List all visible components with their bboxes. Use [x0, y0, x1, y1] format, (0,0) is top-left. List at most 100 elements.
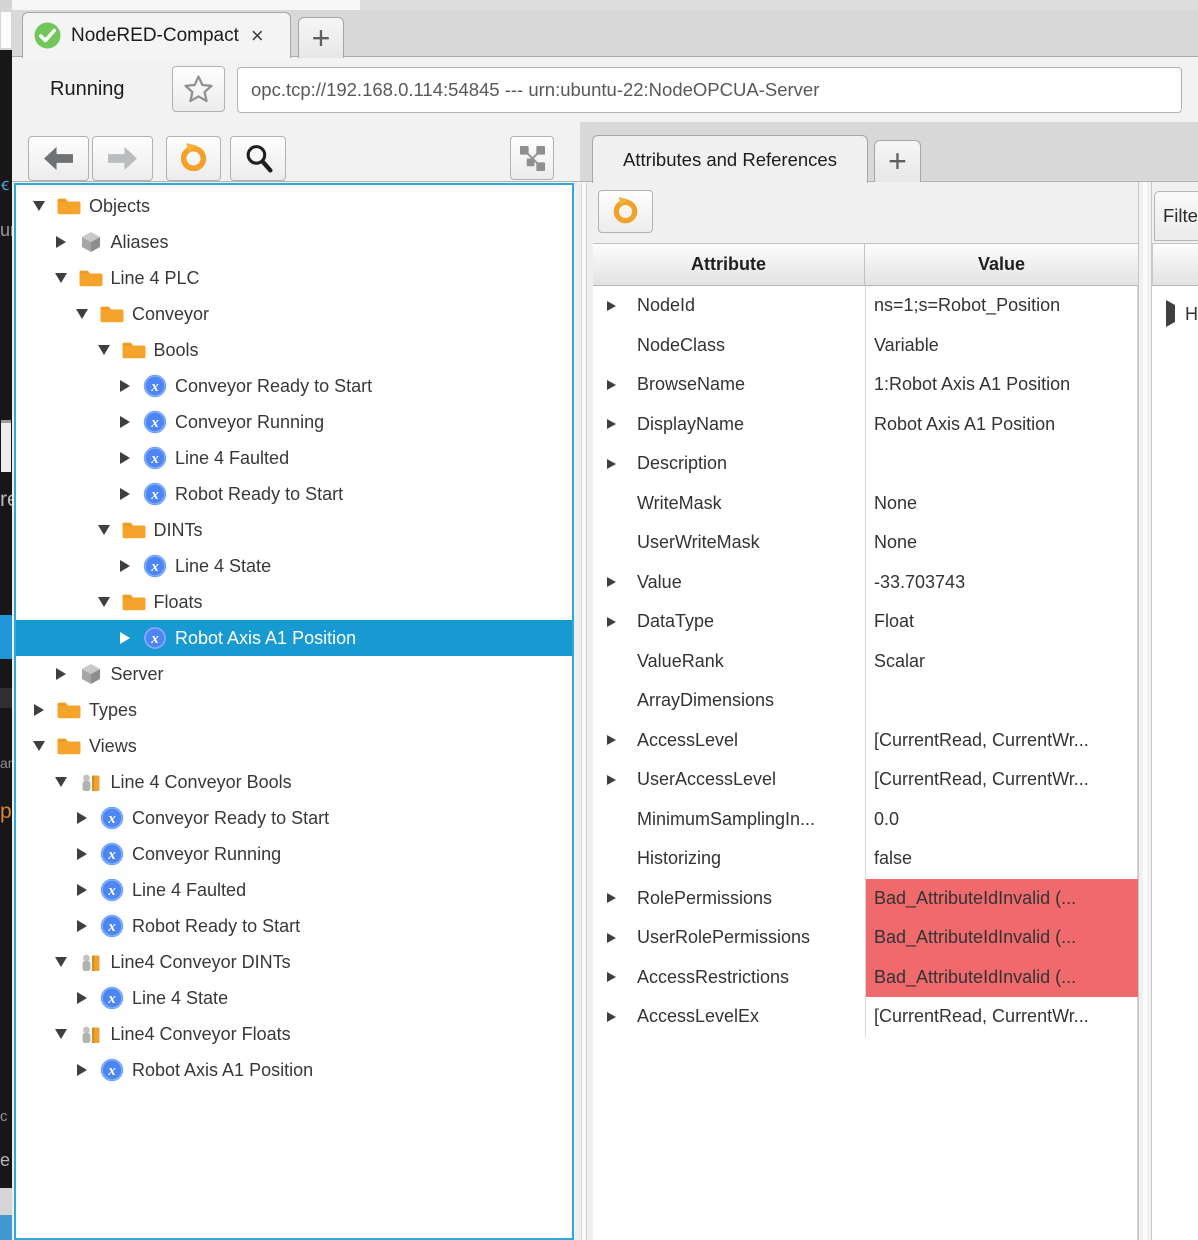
attribute-row[interactable]: DataTypeFloat	[593, 602, 1138, 642]
tree-item[interactable]: Bools	[16, 332, 572, 368]
attribute-name-cell[interactable]: AccessRestrictions	[593, 958, 865, 998]
server-address-field[interactable]: opc.tcp://192.168.0.114:54845 --- urn:ub…	[237, 67, 1182, 113]
attribute-name-cell[interactable]: NodeId	[593, 286, 865, 326]
attribute-row[interactable]: Description	[593, 444, 1138, 484]
attribute-value-cell[interactable]: Bad_AttributeIdInvalid (...	[865, 958, 1138, 998]
tree-item[interactable]: xConveyor Running	[16, 404, 572, 440]
attribute-name-cell[interactable]: RolePermissions	[593, 879, 865, 919]
attribute-row[interactable]: UserRolePermissionsBad_AttributeIdInvali…	[593, 918, 1138, 958]
expand-arrow[interactable]	[74, 812, 90, 824]
tree-item[interactable]: xRobot Ready to Start	[16, 476, 572, 512]
attribute-name-cell[interactable]: WriteMask	[593, 484, 865, 524]
expand-arrow[interactable]	[74, 884, 90, 896]
expand-arrow[interactable]	[117, 380, 133, 392]
attribute-value-cell[interactable]: -33.703743	[865, 563, 1138, 603]
expand-arrow[interactable]	[117, 632, 133, 644]
tree-item[interactable]: xRobot Ready to Start	[16, 908, 572, 944]
expand-arrow[interactable]	[603, 577, 619, 587]
attribute-value-cell[interactable]: [CurrentRead, CurrentWr...	[865, 997, 1138, 1037]
tree-item[interactable]: Line4 Conveyor Floats	[16, 1016, 572, 1052]
expand-arrow[interactable]	[31, 741, 47, 751]
attribute-value-cell[interactable]	[865, 681, 1138, 721]
tree-item[interactable]: xRobot Axis A1 Position	[16, 1052, 572, 1088]
attribute-name-cell[interactable]: NodeClass	[593, 326, 865, 366]
expand-arrow[interactable]	[31, 201, 47, 211]
attribute-value-cell[interactable]: Float	[865, 602, 1138, 642]
attribute-name-cell[interactable]: Historizing	[593, 839, 865, 879]
tree-item[interactable]: Floats	[16, 584, 572, 620]
expand-arrow[interactable]	[74, 992, 90, 1004]
attribute-value-cell[interactable]: Variable	[865, 326, 1138, 366]
expand-graph-button[interactable]	[510, 136, 554, 180]
attribute-row[interactable]: MinimumSamplingIn...0.0	[593, 800, 1138, 840]
forward-button[interactable]	[92, 136, 153, 181]
new-attributes-tab-button[interactable]: +	[874, 140, 921, 182]
tree-item[interactable]: Conveyor	[16, 296, 572, 332]
expand-arrow[interactable]	[53, 236, 69, 248]
favorite-button[interactable]	[172, 66, 225, 112]
expand-arrow[interactable]	[117, 416, 133, 428]
attribute-row[interactable]: Value-33.703743	[593, 563, 1138, 603]
expand-arrow[interactable]	[74, 1064, 90, 1076]
expand-arrow[interactable]	[96, 345, 112, 355]
expand-arrow[interactable]	[53, 668, 69, 680]
attribute-row[interactable]: WriteMaskNone	[593, 484, 1138, 524]
attribute-row[interactable]: AccessLevelEx[CurrentRead, CurrentWr...	[593, 997, 1138, 1037]
attribute-name-cell[interactable]: BrowseName	[593, 365, 865, 405]
attribute-row[interactable]: AccessLevel[CurrentRead, CurrentWr...	[593, 721, 1138, 761]
attribute-name-cell[interactable]: AccessLevelEx	[593, 997, 865, 1037]
search-button[interactable]	[230, 136, 286, 181]
attribute-value-cell[interactable]: Scalar	[865, 642, 1138, 682]
expand-arrow[interactable]	[117, 488, 133, 500]
new-tab-button[interactable]: +	[298, 17, 344, 58]
attribute-row[interactable]: NodeIdns=1;s=Robot_Position	[593, 286, 1138, 326]
expand-arrow[interactable]	[603, 459, 619, 469]
panel-splitter[interactable]	[574, 183, 593, 1240]
attribute-name-cell[interactable]: UserAccessLevel	[593, 760, 865, 800]
expand-arrow[interactable]	[117, 560, 133, 572]
attribute-name-cell[interactable]: Value	[593, 563, 865, 603]
tree-item[interactable]: Views	[16, 728, 572, 764]
tree-item[interactable]: Objects	[16, 188, 572, 224]
column-header-attribute[interactable]: Attribute	[593, 243, 865, 286]
expand-arrow[interactable]	[603, 1012, 619, 1022]
expand-arrow[interactable]	[603, 972, 619, 982]
expand-arrow[interactable]	[603, 419, 619, 429]
expand-arrow[interactable]	[74, 848, 90, 860]
attribute-row[interactable]: NodeClassVariable	[593, 326, 1138, 366]
expand-arrow[interactable]	[53, 957, 69, 967]
attribute-row[interactable]: RolePermissionsBad_AttributeIdInvalid (.…	[593, 879, 1138, 919]
expand-arrow[interactable]	[603, 893, 619, 903]
attribute-name-cell[interactable]: UserWriteMask	[593, 523, 865, 563]
expand-arrow[interactable]	[603, 301, 619, 311]
expand-arrow[interactable]	[603, 933, 619, 943]
attribute-name-cell[interactable]: ValueRank	[593, 642, 865, 682]
attribute-row[interactable]: UserWriteMaskNone	[593, 523, 1138, 563]
attribute-value-cell[interactable]: 0.0	[865, 800, 1138, 840]
attribute-value-cell[interactable]: None	[865, 484, 1138, 524]
attribute-row[interactable]: BrowseName1:Robot Axis A1 Position	[593, 365, 1138, 405]
attribute-row[interactable]: ValueRankScalar	[593, 642, 1138, 682]
expand-arrow[interactable]	[1166, 305, 1175, 323]
tree-item[interactable]: xLine 4 Faulted	[16, 872, 572, 908]
column-header-value[interactable]: Value	[865, 243, 1138, 286]
tab-attributes-and-references[interactable]: Attributes and References	[592, 135, 868, 183]
attribute-value-cell[interactable]: false	[865, 839, 1138, 879]
tree-item[interactable]: Line 4 PLC	[16, 260, 572, 296]
attribute-value-cell[interactable]: Bad_AttributeIdInvalid (...	[865, 918, 1138, 958]
attribute-value-cell[interactable]: [CurrentRead, CurrentWr...	[865, 721, 1138, 761]
attribute-name-cell[interactable]: UserRolePermissions	[593, 918, 865, 958]
tree-item[interactable]: Line4 Conveyor DINTs	[16, 944, 572, 980]
attribute-name-cell[interactable]: MinimumSamplingIn...	[593, 800, 865, 840]
attribute-row[interactable]: AccessRestrictionsBad_AttributeIdInvalid…	[593, 958, 1138, 998]
attribute-name-cell[interactable]: ArrayDimensions	[593, 681, 865, 721]
attributes-refresh-button[interactable]	[598, 190, 653, 233]
expand-arrow[interactable]	[96, 597, 112, 607]
expand-arrow[interactable]	[53, 1029, 69, 1039]
back-button[interactable]	[28, 136, 89, 181]
tree-item[interactable]: Aliases	[16, 224, 572, 260]
attribute-value-cell[interactable]: 1:Robot Axis A1 Position	[865, 365, 1138, 405]
tree-item[interactable]: xLine 4 State	[16, 980, 572, 1016]
tree-item[interactable]: xConveyor Ready to Start	[16, 800, 572, 836]
panel-splitter[interactable]	[1138, 182, 1152, 1240]
